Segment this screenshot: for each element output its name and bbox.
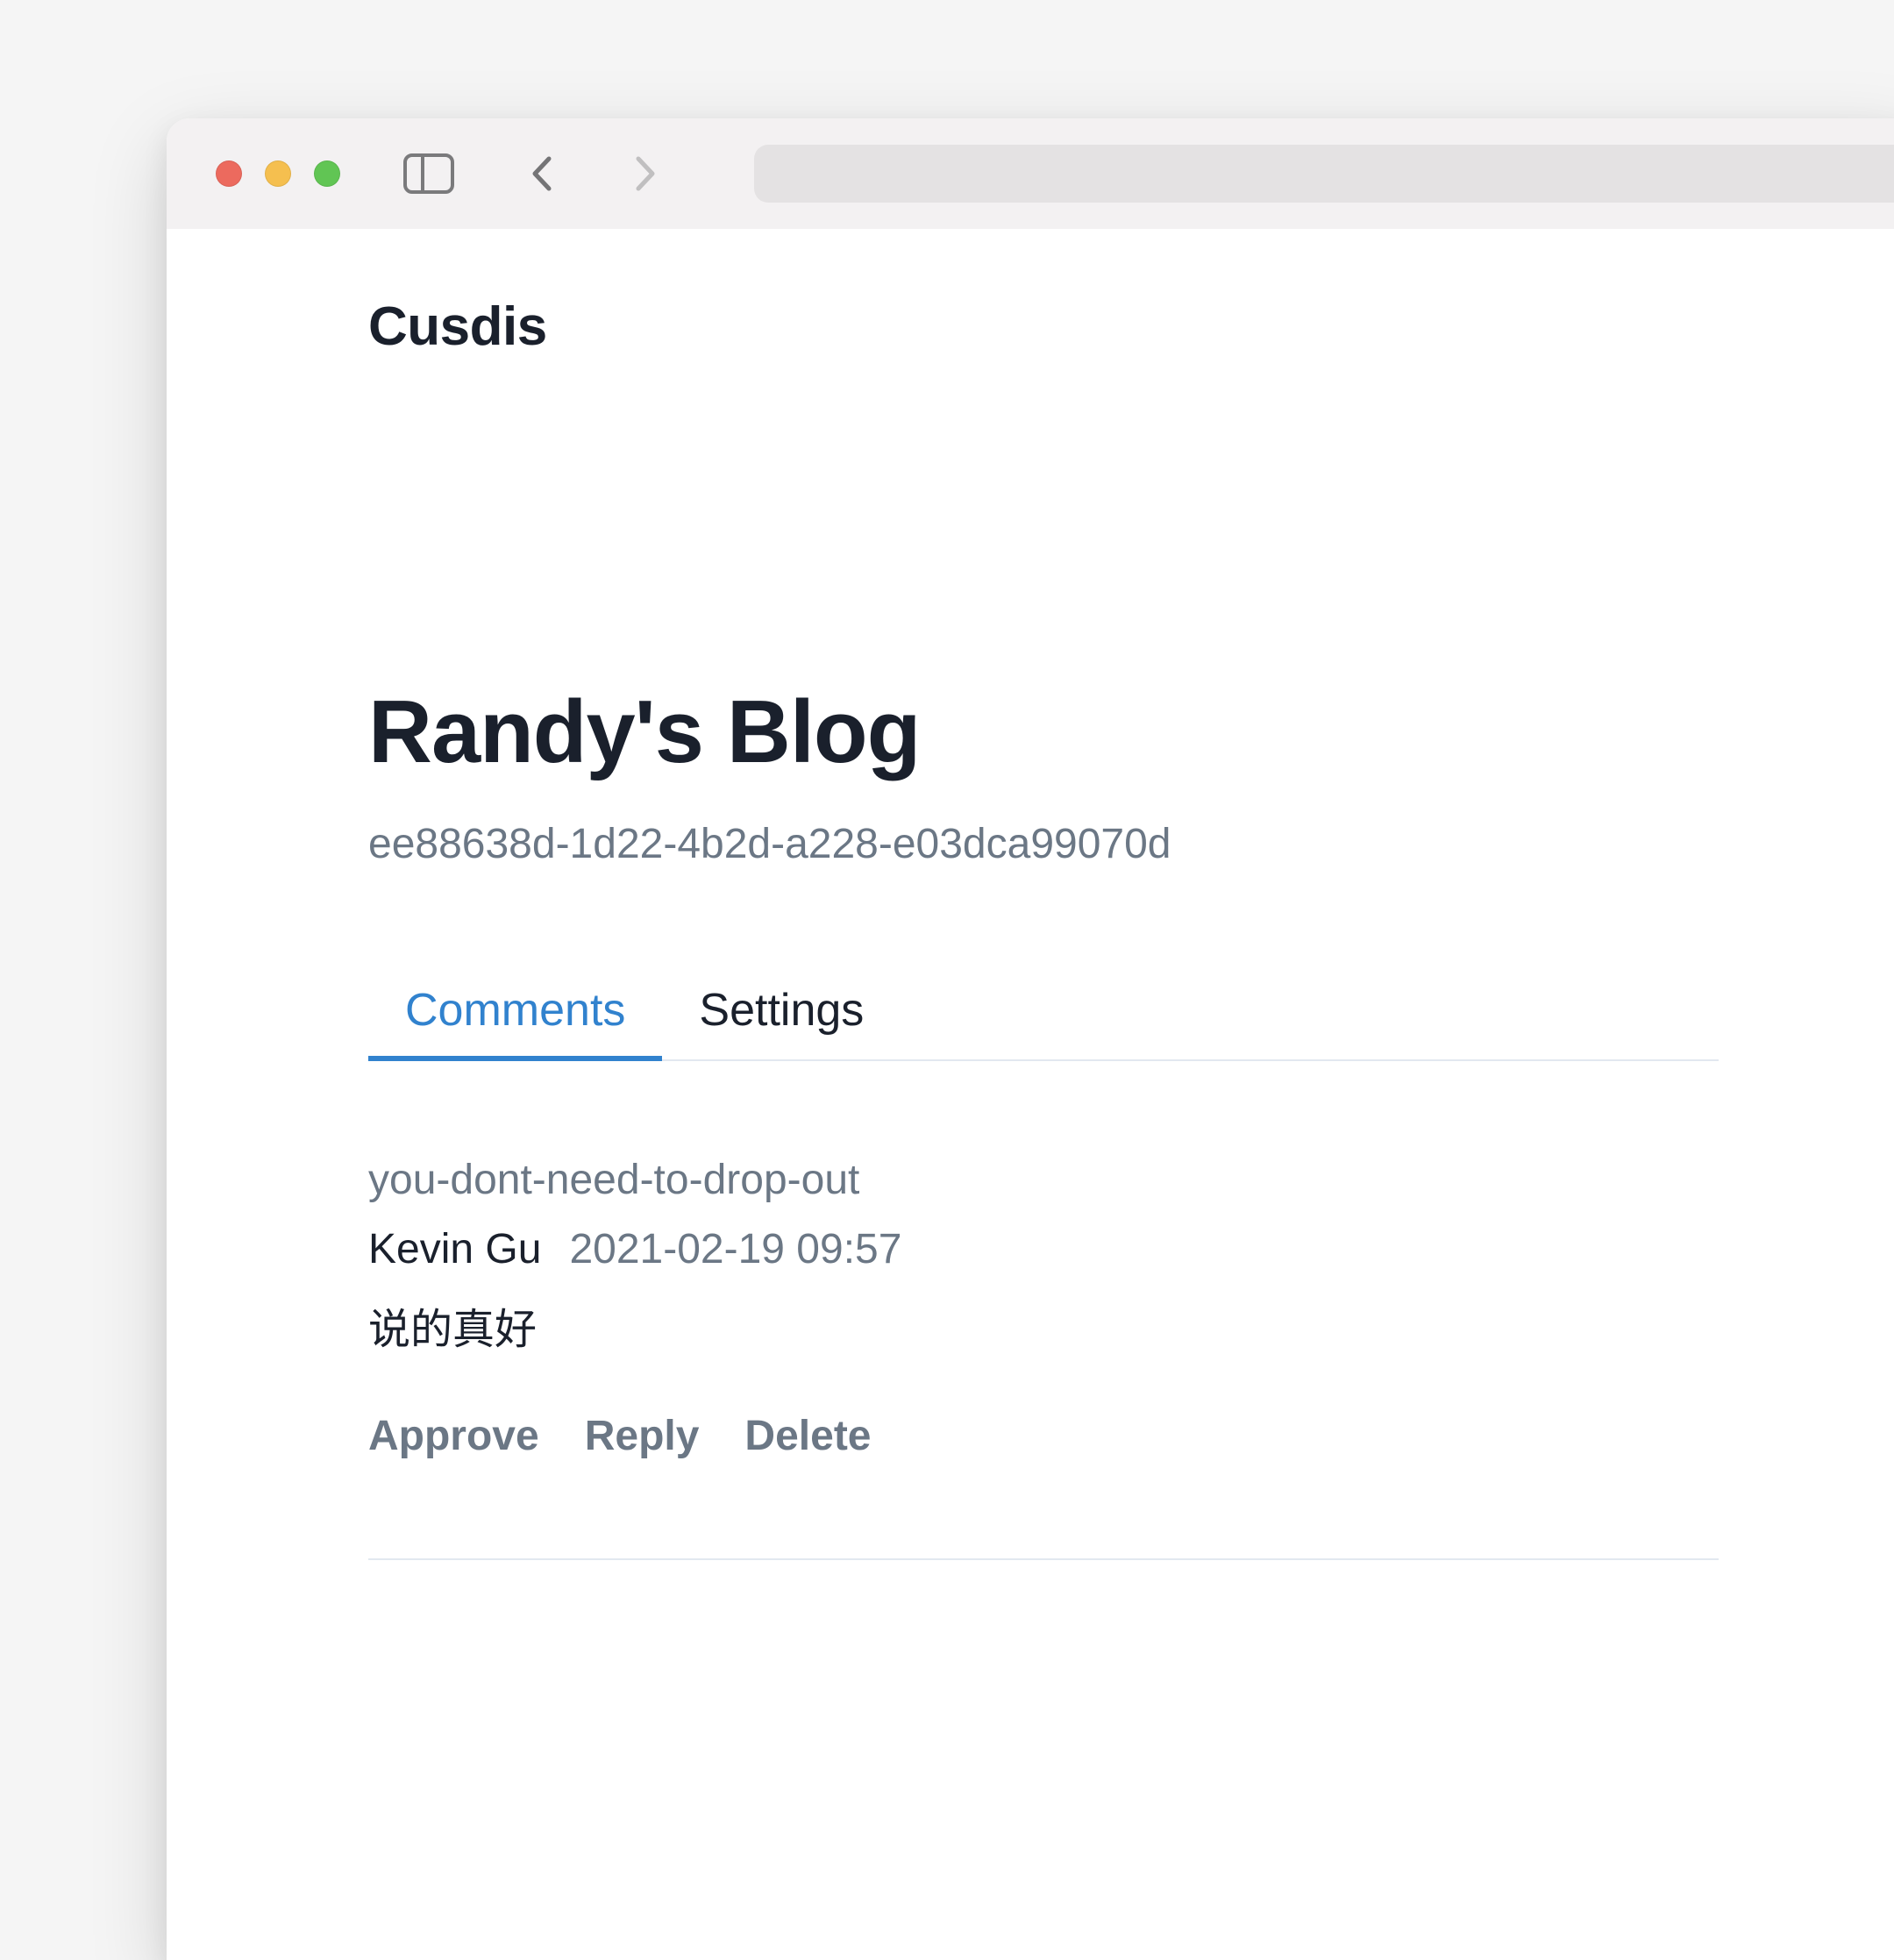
approve-button[interactable]: Approve — [368, 1412, 539, 1460]
comment-meta: Kevin Gu 2021-02-19 09:57 — [368, 1225, 1719, 1273]
blog-title: Randy's Blog — [368, 682, 1719, 783]
page-content: Cusdis Randy's Blog ee88638d-1d22-4b2d-a… — [167, 229, 1894, 1560]
delete-button[interactable]: Delete — [744, 1412, 871, 1460]
app-name: Cusdis — [368, 296, 1719, 358]
forward-button[interactable] — [633, 153, 658, 194]
close-window-button[interactable] — [216, 160, 242, 187]
blog-id: ee88638d-1d22-4b2d-a228-e03dca99070d — [368, 820, 1719, 868]
minimize-window-button[interactable] — [265, 160, 291, 187]
comment-author: Kevin Gu — [368, 1225, 541, 1273]
nav-arrows — [530, 153, 658, 194]
chevron-right-icon — [633, 153, 658, 194]
browser-titlebar — [167, 118, 1894, 229]
back-button[interactable] — [530, 153, 554, 194]
tab-comments[interactable]: Comments — [368, 965, 662, 1059]
traffic-lights — [216, 160, 340, 187]
browser-window: Cusdis Randy's Blog ee88638d-1d22-4b2d-a… — [167, 118, 1894, 1960]
sidebar-toggle-button[interactable] — [403, 153, 454, 194]
maximize-window-button[interactable] — [314, 160, 340, 187]
tab-settings[interactable]: Settings — [662, 965, 901, 1059]
tabs: Comments Settings — [368, 965, 1719, 1061]
chevron-left-icon — [530, 153, 554, 194]
comment-slug[interactable]: you-dont-need-to-drop-out — [368, 1156, 1719, 1204]
address-bar[interactable] — [754, 145, 1894, 203]
reply-button[interactable]: Reply — [585, 1412, 700, 1460]
comment-body: 说的真好 — [368, 1294, 1719, 1356]
sidebar-icon — [403, 153, 454, 194]
comment-actions: Approve Reply Delete — [368, 1412, 1719, 1460]
divider — [368, 1558, 1719, 1560]
comment-date: 2021-02-19 09:57 — [569, 1225, 901, 1273]
comment-item: you-dont-need-to-drop-out Kevin Gu 2021-… — [368, 1156, 1719, 1460]
